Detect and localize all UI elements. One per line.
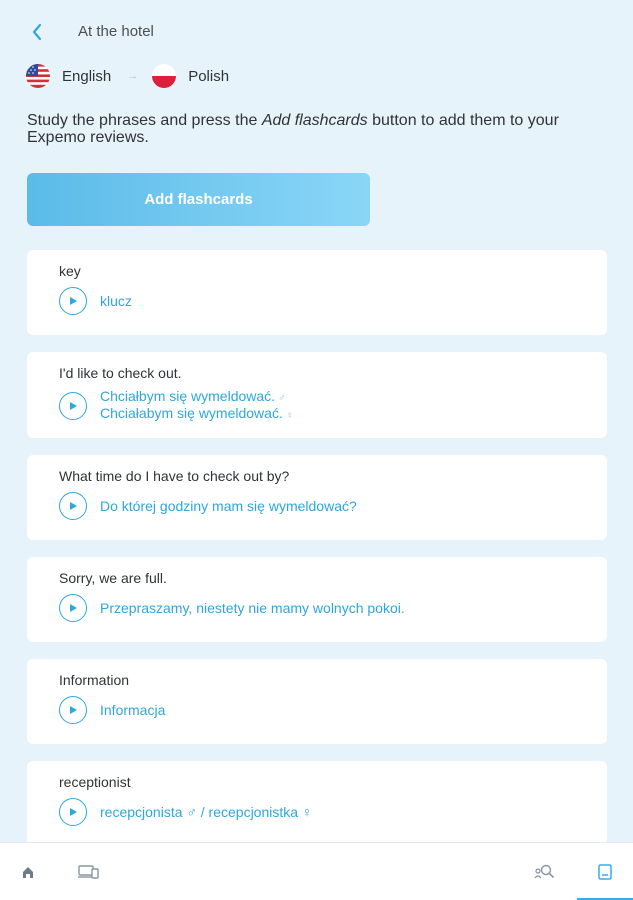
phrase-polish: recepcjonista ♂ / recepcjonistka ♀	[100, 803, 313, 820]
phrase-card: Information Informacja	[27, 659, 607, 744]
source-language-label: English	[62, 67, 112, 85]
page-title: At the hotel	[78, 23, 154, 40]
phrase-polish-row: klucz	[59, 287, 591, 315]
phrase-polish-row: Chciałbym się wymeldować. ♂ Chciałabym si…	[59, 389, 591, 423]
phrase-english: What time do I have to check out by?	[59, 468, 290, 484]
female-symbol: ♀	[285, 410, 294, 421]
male-symbol: ♂	[278, 393, 286, 404]
phrase-polish: Informacja	[100, 701, 166, 718]
flashcards-icon	[598, 864, 612, 880]
phrase-polish-row: Do której godziny mam się wymeldować?	[59, 492, 591, 520]
phrase-english: I'd like to check out.	[59, 365, 182, 381]
phrase-polish: Do której godziny mam się wymeldować?	[100, 497, 357, 514]
play-audio-button[interactable]	[59, 287, 87, 315]
nav-home[interactable]	[0, 843, 56, 900]
phrase-polish-row: Informacja	[59, 696, 591, 724]
play-audio-button[interactable]	[59, 392, 87, 420]
phrase-card: key klucz	[27, 250, 607, 335]
back-button[interactable]	[26, 20, 48, 44]
phrase-english: key	[59, 263, 81, 279]
header: At the hotel	[0, 0, 633, 64]
add-flashcards-button[interactable]: Add flashcards	[27, 173, 370, 226]
play-icon	[70, 402, 77, 410]
home-icon	[23, 867, 33, 878]
phrase-polish-row: recepcjonista ♂ / recepcjonistka ♀	[59, 798, 591, 826]
play-icon	[70, 808, 77, 816]
phrase-english: Information	[59, 672, 130, 688]
play-icon	[70, 297, 77, 305]
phrase-polish: Przepraszamy, niestety nie mamy wolnych …	[100, 599, 405, 616]
search-people-icon	[534, 864, 554, 879]
phrase-card: Sorry, we are full. Przepraszamy, nieste…	[27, 557, 607, 642]
bottom-navigation	[0, 842, 633, 900]
us-flag-icon	[26, 64, 50, 88]
phrase-list: key klucz I'd like to check out. Chciałb…	[27, 250, 607, 863]
chevron-left-icon	[32, 23, 42, 41]
devices-icon	[78, 865, 99, 879]
intro-emphasis: Add flashcards	[261, 112, 368, 129]
play-audio-button[interactable]	[59, 696, 87, 724]
play-audio-button[interactable]	[59, 492, 87, 520]
phrase-english: Sorry, we are full.	[59, 570, 167, 586]
phrase-card: What time do I have to check out by? Do …	[27, 455, 607, 540]
nav-search-people[interactable]	[517, 843, 573, 900]
phrase-card: receptionist recepcjonista ♂ / recepcjon…	[27, 761, 607, 846]
poland-flag-icon	[152, 64, 177, 88]
phrase-polish: Chciałbym się wymeldować. ♂ Chciałabym si…	[100, 388, 294, 422]
intro-text: Study the phrases and press the Add flas…	[27, 112, 559, 146]
play-icon	[70, 502, 77, 510]
language-pair: English → Polish	[26, 62, 229, 90]
phrase-polish-row: Przepraszamy, niestety nie mamy wolnych …	[59, 594, 591, 622]
phrase-polish: klucz	[100, 292, 132, 309]
play-icon	[70, 604, 77, 612]
phrase-english: receptionist	[59, 774, 131, 790]
nav-devices[interactable]	[60, 843, 116, 900]
nav-flashcards[interactable]	[577, 843, 633, 900]
play-icon	[70, 706, 77, 714]
target-language-label: Polish	[188, 67, 230, 85]
play-audio-button[interactable]	[59, 594, 87, 622]
phrase-card: I'd like to check out. Chciałbym się wym…	[27, 352, 607, 438]
play-audio-button[interactable]	[59, 798, 87, 826]
arrow-right-icon: →	[127, 70, 139, 82]
